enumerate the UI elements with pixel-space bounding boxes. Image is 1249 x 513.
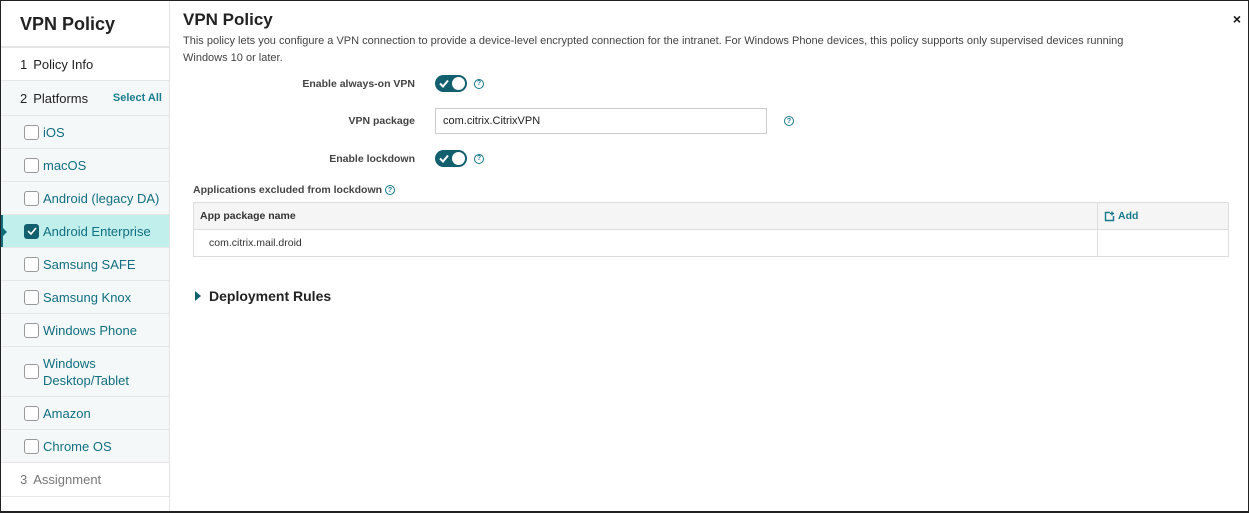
checkbox[interactable] bbox=[24, 124, 39, 140]
excluded-apps-table: App package name Add com.citrix.mail.dro… bbox=[193, 202, 1229, 257]
deployment-rules-toggle[interactable]: Deployment Rules bbox=[195, 288, 331, 304]
lockdown-row: Enable lockdown ? bbox=[265, 150, 484, 167]
caret-right-icon bbox=[195, 291, 201, 301]
platform-label-line1: Windows bbox=[43, 355, 96, 371]
step-number: 3 bbox=[20, 472, 28, 487]
main-panel: VPN Policy × This policy lets you config… bbox=[171, 1, 1248, 511]
platform-label: Windows Phone bbox=[43, 322, 137, 338]
table-header: App package name Add bbox=[194, 203, 1228, 230]
platform-samsung-safe[interactable]: Samsung SAFE bbox=[1, 248, 169, 281]
step-platforms[interactable]: 2 Platforms Select All bbox=[1, 81, 169, 116]
help-icon[interactable]: ? bbox=[474, 153, 484, 164]
platform-macos[interactable]: macOS bbox=[1, 149, 169, 182]
section-label-text: Applications excluded from lockdown bbox=[193, 184, 383, 196]
column-header-app-package: App package name bbox=[200, 210, 296, 222]
always-on-vpn-toggle[interactable] bbox=[435, 75, 467, 92]
checkbox[interactable] bbox=[24, 438, 39, 454]
deployment-rules-label: Deployment Rules bbox=[209, 288, 332, 304]
platform-label: Chrome OS bbox=[43, 438, 112, 454]
platform-label: Android (legacy DA) bbox=[43, 190, 160, 206]
checkbox[interactable] bbox=[24, 405, 39, 421]
platform-label: macOS bbox=[43, 157, 87, 173]
sidebar: VPN Policy 1 Policy Info 2 Platforms Selec… bbox=[1, 1, 170, 511]
field-label: Enable always-on VPN bbox=[302, 77, 415, 90]
platform-chrome-os[interactable]: Chrome OS bbox=[1, 430, 169, 463]
vpn-package-row: VPN package ? bbox=[265, 108, 794, 134]
checkbox-checked[interactable] bbox=[24, 223, 39, 239]
platform-amazon[interactable]: Amazon bbox=[1, 397, 169, 430]
checkbox[interactable] bbox=[24, 256, 39, 272]
step-label: Platforms bbox=[33, 91, 89, 106]
toggle-knob bbox=[452, 77, 465, 90]
add-label: Add bbox=[1118, 210, 1139, 222]
step-number: 1 bbox=[20, 57, 28, 72]
checkbox[interactable] bbox=[24, 364, 39, 379]
field-label: VPN package bbox=[348, 115, 415, 127]
excluded-apps-label: Applications excluded from lockdown ? bbox=[193, 184, 396, 196]
step-assignment[interactable]: 3 Assignment bbox=[1, 463, 169, 497]
checkbox[interactable] bbox=[24, 322, 39, 338]
platform-label: Amazon bbox=[43, 405, 91, 421]
step-policy-info[interactable]: 1 Policy Info bbox=[1, 48, 169, 81]
field-label: Enable lockdown bbox=[329, 152, 415, 165]
platform-label: Samsung SAFE bbox=[43, 256, 136, 272]
step-number: 2 bbox=[20, 91, 28, 106]
platform-android-enterprise[interactable]: Android Enterprise bbox=[1, 215, 169, 248]
step-label: Assignment bbox=[33, 472, 102, 487]
checkbox[interactable] bbox=[24, 157, 39, 173]
platform-samsung-knox[interactable]: Samsung Knox bbox=[1, 281, 169, 314]
checkmark-icon bbox=[26, 227, 37, 235]
select-all-link[interactable]: Select All bbox=[113, 81, 162, 116]
checkmark-icon bbox=[439, 79, 449, 88]
table-row[interactable]: com.citrix.mail.droid bbox=[194, 230, 1228, 256]
platform-label: Windows Desktop/Tablet bbox=[43, 355, 129, 389]
platform-label: iOS bbox=[43, 124, 65, 140]
app-package-cell: com.citrix.mail.droid bbox=[209, 237, 302, 249]
help-icon[interactable]: ? bbox=[385, 185, 396, 195]
add-button[interactable]: Add bbox=[1097, 203, 1228, 229]
step-label: Policy Info bbox=[33, 57, 94, 72]
sidebar-title: VPN Policy bbox=[1, 1, 169, 48]
checkmark-icon bbox=[439, 154, 449, 163]
platform-label: Android Enterprise bbox=[43, 223, 151, 239]
platform-label: Samsung Knox bbox=[43, 289, 132, 305]
vpn-package-input[interactable] bbox=[435, 108, 767, 134]
platform-label-line2: Desktop/Tablet bbox=[43, 372, 129, 388]
toggle-knob bbox=[452, 152, 465, 165]
platform-windows-phone[interactable]: Windows Phone bbox=[1, 314, 169, 347]
help-icon[interactable]: ? bbox=[784, 116, 794, 126]
platform-windows-desktop[interactable]: Windows Desktop/Tablet bbox=[1, 347, 169, 397]
checkbox[interactable] bbox=[24, 289, 39, 305]
platform-ios[interactable]: iOS bbox=[1, 116, 169, 149]
row-action-cell bbox=[1097, 230, 1228, 256]
lockdown-toggle[interactable] bbox=[435, 150, 467, 167]
close-icon[interactable]: × bbox=[1233, 11, 1241, 27]
page-title: VPN Policy bbox=[183, 10, 273, 29]
platform-android-legacy[interactable]: Android (legacy DA) bbox=[1, 182, 169, 215]
add-icon bbox=[1104, 211, 1115, 221]
help-icon[interactable]: ? bbox=[474, 78, 484, 89]
page-description: This policy lets you configure a VPN con… bbox=[183, 35, 1124, 64]
checkbox[interactable] bbox=[24, 190, 39, 206]
always-on-vpn-row: Enable always-on VPN ? bbox=[265, 75, 484, 92]
